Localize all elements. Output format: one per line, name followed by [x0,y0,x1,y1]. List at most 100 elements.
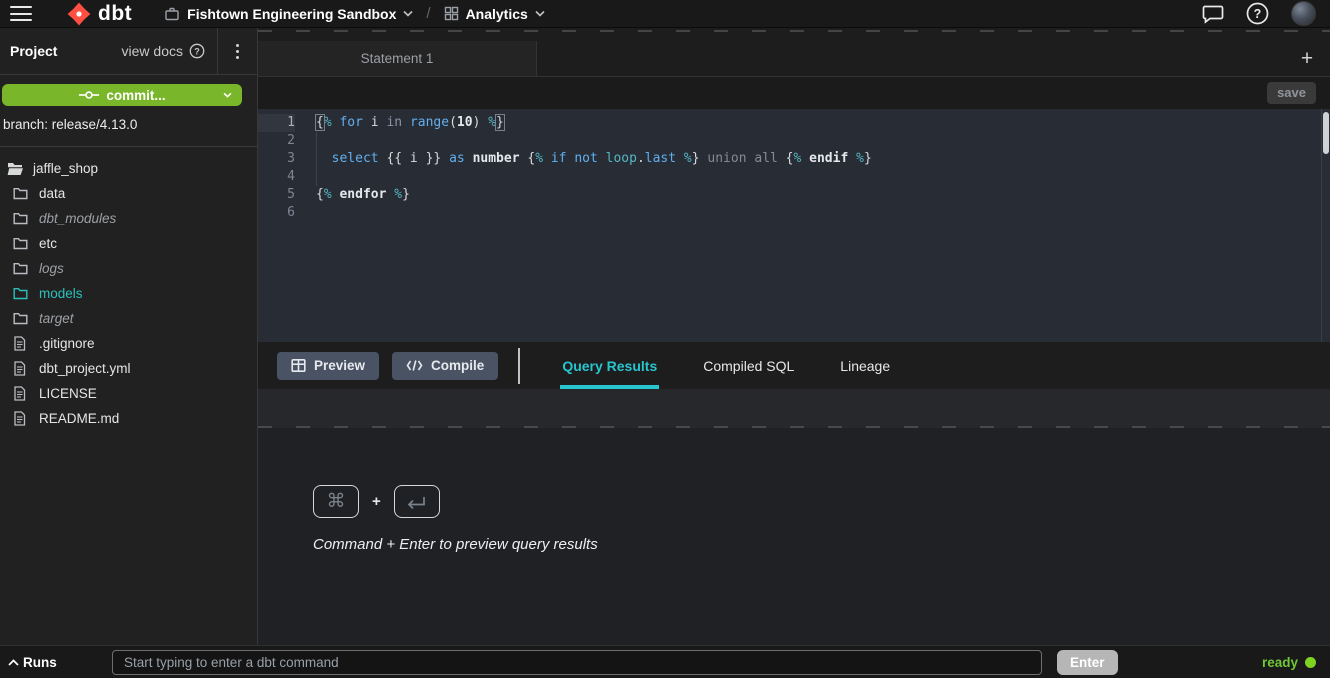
results-subheader [258,389,1330,428]
editor-tab-bar: Statement 1 + [258,41,1330,77]
line-number: 2 [258,132,295,150]
view-docs-link[interactable]: view docs ? [122,43,217,59]
dbt-command-input[interactable] [112,650,1042,675]
commit-button-label: commit... [106,88,165,103]
enter-key-icon [394,485,440,518]
status-indicator: ready [1262,655,1316,670]
tree-item-etc[interactable]: etc [0,231,257,256]
editor-scrollbar[interactable] [1321,109,1330,342]
chevron-down-icon [403,10,413,17]
tree-item-label: README.md [39,411,119,426]
compile-button[interactable]: Compile [392,352,498,380]
enter-button[interactable]: Enter [1057,650,1118,675]
code-icon [406,359,423,372]
breadcrumb-separator: / [426,5,430,22]
file-icon [13,336,30,352]
folder-icon [13,286,30,302]
tab-query-results[interactable]: Query Results [560,342,659,389]
branch-label: branch: release/4.13.0 [3,116,257,133]
project-switcher[interactable]: Analytics [444,6,545,22]
folder-icon [13,261,30,277]
tree-item-logs[interactable]: logs [0,256,257,281]
tree-item-readme-md[interactable]: README.md [0,406,257,431]
command-bar: Runs Enter ready [0,645,1330,678]
tree-item-data[interactable]: data [0,181,257,206]
command-glyph: ⌘ [327,490,346,513]
line-number: 1 [258,114,295,132]
file-icon [13,386,30,402]
results-toolbar: Preview Compile Query Results Compiled S… [258,342,1330,389]
query-results-empty-state: ⌘ + Command + Enter to preview query res… [258,428,1330,645]
code-line-5: 5{% endfor %} [258,186,1330,204]
folder-open-icon [7,161,24,177]
line-number: 3 [258,150,295,168]
line-number: 5 [258,186,295,204]
org-name: Fishtown Engineering Sandbox [187,6,396,22]
tree-item-jaffle-shop[interactable]: jaffle_shop [0,156,257,181]
tree-item-label: LICENSE [39,386,97,401]
view-docs-label: view docs [122,43,183,59]
empty-state-hint: Command + Enter to preview query results [313,536,1330,553]
line-number: 6 [258,204,295,222]
dbt-logo-text: dbt [98,2,132,26]
kebab-icon [236,44,239,59]
chat-icon[interactable] [1202,4,1224,24]
chevron-down-icon [223,92,232,98]
tree-item-dbt-project-yml[interactable]: dbt_project.yml [0,356,257,381]
folder-icon [13,211,30,227]
tab-label: Statement 1 [361,51,434,66]
tree-item-models[interactable]: models [0,281,257,306]
code-line-2: 2 [258,132,1330,150]
tree-item-target[interactable]: target [0,306,257,331]
question-circle-icon: ? [189,43,205,59]
tab-lineage[interactable]: Lineage [838,342,892,389]
tree-item-label: dbt_project.yml [39,361,131,376]
preview-button[interactable]: Preview [277,352,379,380]
code-line-6: 6 [258,204,1330,222]
sidebar-header: Project view docs ? [0,28,257,75]
help-icon[interactable]: ? [1246,2,1269,25]
toolbar-divider [518,348,520,384]
file-tree: jaffle_shopdata dbt_modulesetc logsmodels t… [0,147,257,431]
runs-label: Runs [23,655,57,670]
folder-icon [13,186,30,202]
org-switcher[interactable]: Fishtown Engineering Sandbox [164,6,413,22]
project-name: Analytics [466,6,528,22]
hamburger-menu-icon[interactable] [10,6,32,21]
tree-item-dbt-modules[interactable]: dbt_modules [0,206,257,231]
file-icon [13,361,30,377]
file-icon [13,411,30,427]
code-content: select {{ i }} as number {% if not loop.… [316,150,872,168]
runs-toggle[interactable]: Runs [8,655,112,670]
code-editor[interactable]: 1{% for i in range(10) %}23 select {{ i … [258,109,1330,342]
chevron-down-icon [535,10,545,17]
status-dot [1305,657,1316,668]
tree-item-label: jaffle_shop [33,161,98,176]
preview-button-label: Preview [314,358,365,373]
grid-icon [444,6,459,21]
editor-toolbar: save [258,77,1330,109]
code-line-3: 3 select {{ i }} as number {% if not loo… [258,150,1330,168]
line-number: 4 [258,168,295,186]
svg-text:?: ? [194,46,200,56]
sidebar-menu-button[interactable] [217,28,257,74]
return-arrow-icon [406,495,428,509]
new-tab-button[interactable]: + [1284,41,1330,76]
tree-item-license[interactable]: LICENSE [0,381,257,406]
commit-button[interactable]: commit... [2,84,242,106]
scrollbar-thumb[interactable] [1323,112,1329,154]
dbt-logo[interactable]: dbt [66,1,132,27]
tree-item-label: target [39,311,74,326]
tab-compiled-sql[interactable]: Compiled SQL [701,342,796,389]
plus-separator: + [372,493,381,510]
git-commit-icon [78,89,100,101]
table-icon [291,358,306,373]
save-button[interactable]: save [1267,82,1316,104]
tree-item-label: data [39,186,65,201]
tree-item--gitignore[interactable]: .gitignore [0,331,257,356]
sidebar-title: Project [10,43,57,59]
tree-item-label: etc [39,236,57,251]
user-avatar[interactable] [1291,1,1316,26]
tab-statement-1[interactable]: Statement 1 [258,41,537,76]
dbt-logo-icon [66,1,92,27]
